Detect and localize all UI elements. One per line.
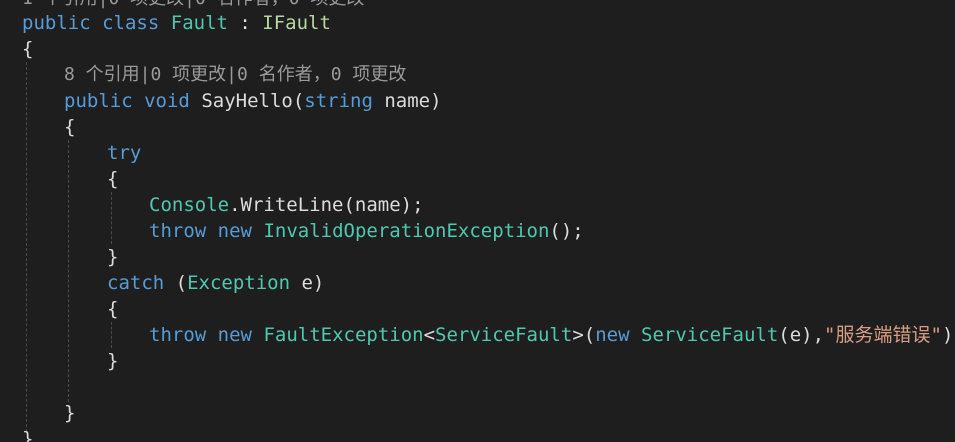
catch-var: e) (290, 272, 325, 294)
keyword-void: void (144, 90, 190, 112)
fault-exception-type: FaultException (263, 324, 424, 346)
code-editor[interactable]: 1 个引用|0 项更改|0 名作者，0 项更改 public class Fau… (0, 0, 955, 442)
param-name: name) (372, 90, 442, 112)
indent-guide (26, 62, 27, 432)
service-fault-type: ServiceFault (641, 324, 779, 346)
catch-open-brace: { (107, 298, 119, 320)
statement-end: ); (941, 324, 955, 346)
writeline-args: (name); (343, 194, 424, 216)
console-writeline-statement[interactable]: Console.WriteLine(name); (149, 192, 424, 218)
dot: . (229, 194, 241, 216)
keyword-new: new (217, 324, 252, 346)
writeline-method: WriteLine (240, 194, 344, 216)
keyword-try: try (107, 142, 142, 164)
keyword-public: public (64, 90, 133, 112)
console-type: Console (149, 194, 230, 216)
method-open-brace: { (64, 116, 76, 138)
generic-close: >( (572, 324, 596, 346)
catch-open-paren: ( (164, 272, 188, 294)
string-literal: "服务端错误" (824, 324, 942, 346)
try-close-brace: } (107, 246, 119, 268)
class-declaration[interactable]: public class Fault : IFault (22, 10, 331, 36)
method-close-brace: } (64, 402, 76, 424)
class-open-brace: { (22, 38, 34, 60)
keyword-public: public (22, 12, 91, 34)
base-interface: IFault (262, 12, 331, 34)
method-declaration[interactable]: public void SayHello(string name) (64, 88, 442, 114)
keyword-class: class (102, 12, 160, 34)
throw-fault-exception-statement[interactable]: throw new FaultException<ServiceFault>(n… (149, 322, 955, 348)
keyword-throw: throw (149, 324, 207, 346)
catch-exception-type: Exception (187, 272, 291, 294)
call-end: (); (549, 220, 584, 242)
ctor-args: (e), (778, 324, 825, 346)
throw-invalid-operation-statement[interactable]: throw new InvalidOperationException(); (149, 218, 584, 244)
keyword-new: new (595, 324, 630, 346)
codelens-method[interactable]: 8 个引用|0 项更改|0 名作者，0 项更改 (64, 62, 406, 88)
keyword-throw: throw (149, 220, 207, 242)
try-open-brace: { (107, 168, 119, 190)
indent-guide (68, 140, 69, 402)
keyword-string: string (304, 90, 373, 112)
indent-guide (111, 192, 112, 244)
generic-type: ServiceFault (435, 324, 573, 346)
indent-guide (111, 322, 112, 348)
class-close-brace: } (22, 428, 34, 442)
open-paren: ( (292, 90, 305, 112)
catch-clause[interactable]: catch (Exception e) (107, 270, 324, 296)
catch-close-brace: } (107, 350, 119, 372)
keyword-new: new (217, 220, 252, 242)
generic-open: < (423, 324, 436, 346)
exception-type: InvalidOperationException (263, 220, 550, 242)
method-name: SayHello (201, 90, 293, 112)
class-name: Fault (170, 12, 228, 34)
colon: : (227, 12, 263, 34)
keyword-catch: catch (107, 272, 165, 294)
